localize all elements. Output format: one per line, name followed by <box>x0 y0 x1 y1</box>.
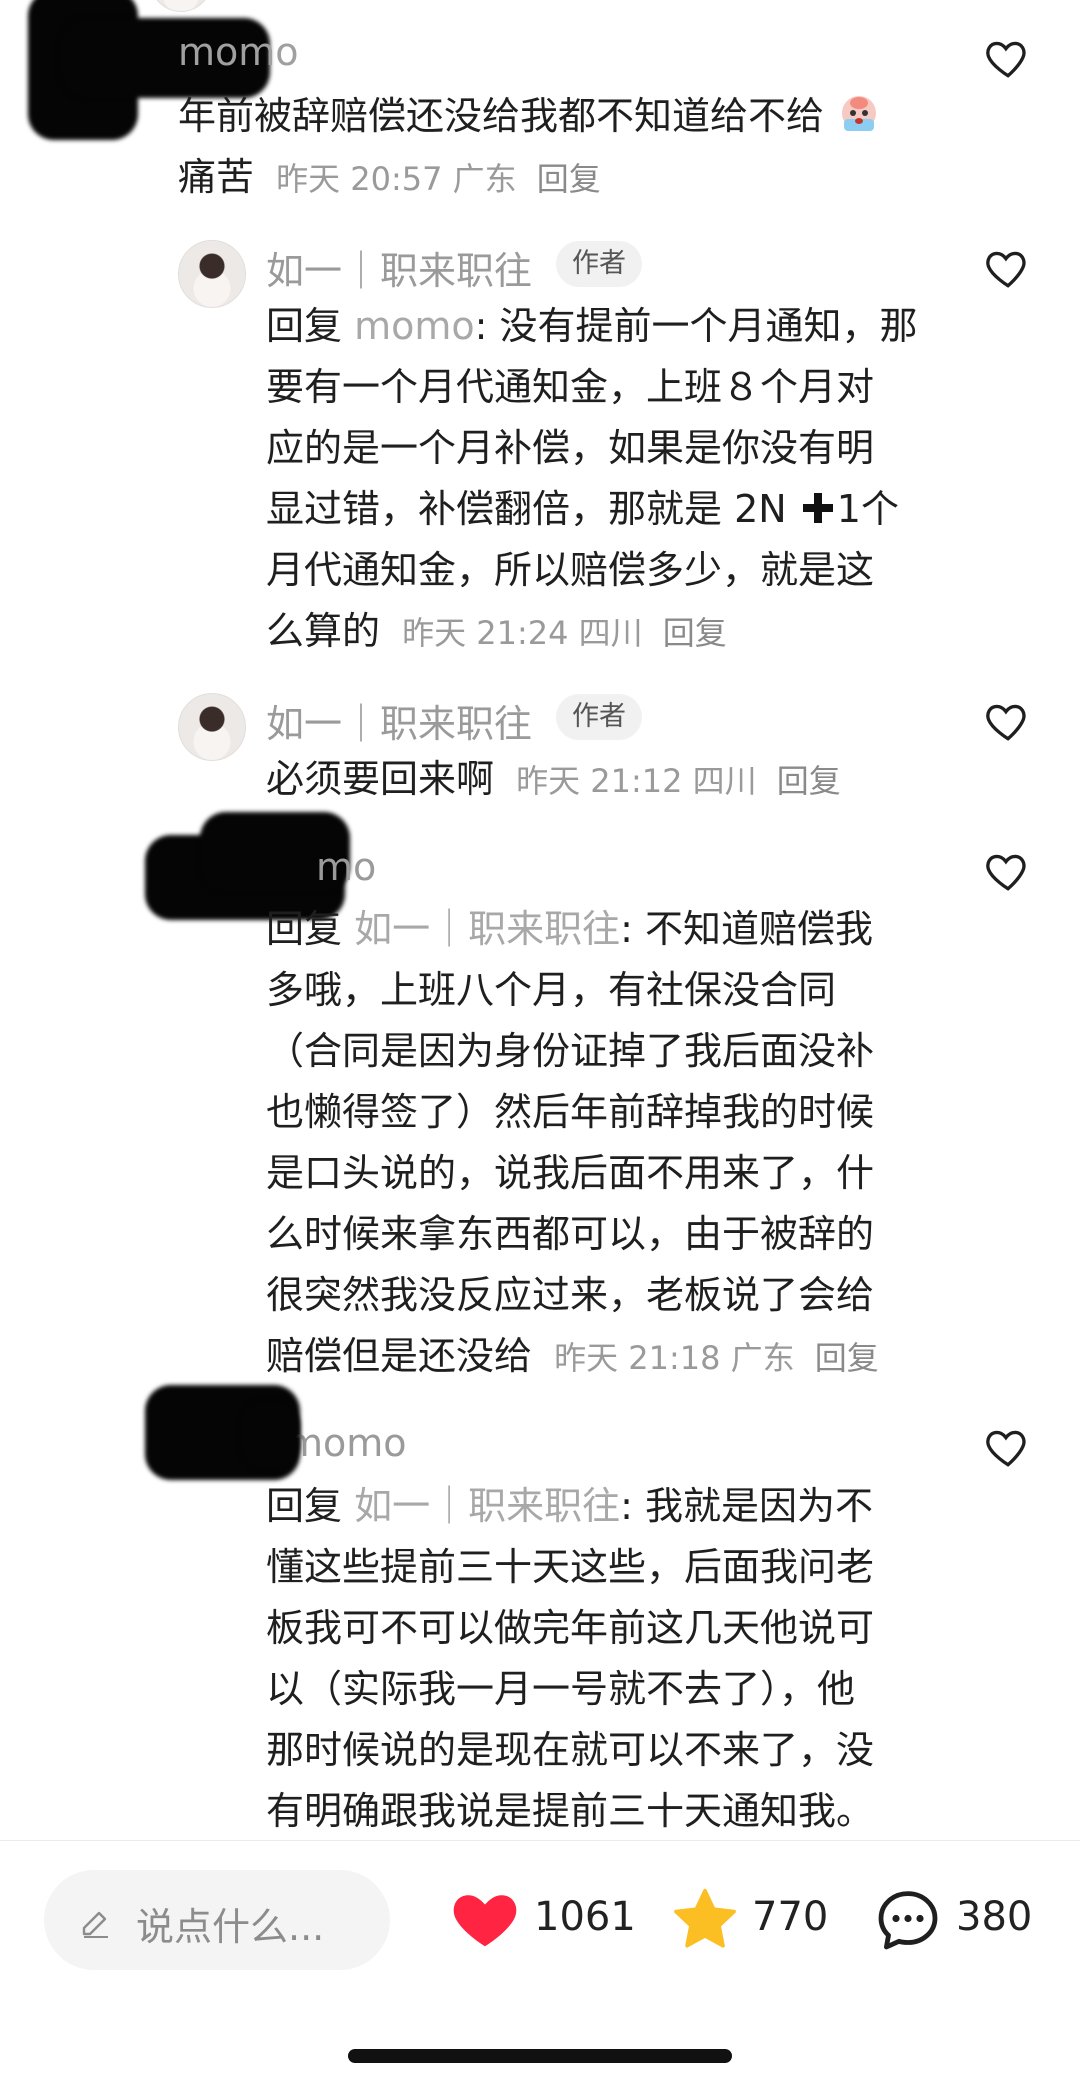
comment-text: 年前被辞赔偿还没给我都不知道给不给 痛苦 昨天 20:57 广东 回复 <box>178 86 998 210</box>
comment-text-line: 以（实际我一月一号就不去了），他 <box>266 1667 856 1711</box>
comment-text-line: 懂这些提前三十天这些，后面我问老 <box>266 1545 875 1589</box>
comment-input-placeholder: 说点什么... <box>136 1905 325 1949</box>
comment-text-line: : 不知道赔偿我 <box>620 907 873 951</box>
comment-text-line: 月代通知金，所以赔偿多少，就是这 <box>266 548 875 592</box>
comment-text-line: : 我就是因为不 <box>620 1484 873 1528</box>
comment-text-line: 是口头说的，说我后面不用来了，什 <box>266 1151 875 1195</box>
reply-link[interactable]: 回复 <box>815 1339 879 1377</box>
comment-text-line: 那时候说的是现在就可以不来了，没 <box>266 1728 875 1772</box>
comment-text: 回复 如一｜职来职往: 我就是因为不 懂这些提前三十天这些，后面我问老 板我可不… <box>266 1476 966 1842</box>
like-count: 1061 <box>534 1894 636 1940</box>
comment-text: 回复 momo: 没有提前一个月通知，那 要有一个月代通知金，上班８个月对 应的… <box>266 296 966 664</box>
like-heart-outline-icon[interactable] <box>983 33 1033 83</box>
comment-meta: 昨天 21:24 四川 <box>402 614 643 652</box>
comment-text-line: : 没有提前一个月通知，那 <box>474 304 918 348</box>
reply-prefix: 回复 <box>266 304 355 348</box>
author-tag: 作者 <box>556 694 642 740</box>
reply-link[interactable]: 回复 <box>663 614 727 652</box>
comment-text-line: 赔偿但是还没给 <box>266 1334 533 1378</box>
comment-username[interactable]: mo <box>316 845 376 889</box>
comment-meta: 昨天 21:12 四川 <box>516 762 757 800</box>
comment-text: 回复 如一｜职来职往: 不知道赔偿我 多哦，上班八个月，有社保没合同 （合同是因… <box>266 899 966 1389</box>
reply-link[interactable]: 回复 <box>777 762 841 800</box>
favorite-star-filled-icon[interactable] <box>668 1884 742 1956</box>
like-heart-outline-icon[interactable] <box>983 846 1033 896</box>
favorite-count: 770 <box>752 1894 829 1940</box>
mention-link[interactable]: 如一｜职来职往 <box>354 1484 620 1528</box>
author-username[interactable]: 如一｜职来职往 <box>266 693 532 748</box>
comment-text-line: （合同是因为身份证掉了我后面没补 <box>266 1029 875 1073</box>
comment-text-line: 很突然我没反应过来，老板说了会给 <box>266 1273 875 1317</box>
author-username[interactable]: 如一｜职来职往 <box>266 240 532 295</box>
chat-bubble-icon[interactable] <box>872 1884 944 1956</box>
comment-text-line: 要有一个月代通知金，上班８个月对 <box>266 365 875 409</box>
comment-text-line: 有明确跟我说是提前三十天通知我。 <box>266 1789 875 1833</box>
pencil-icon <box>82 1911 108 1939</box>
reply-link[interactable]: 回复 <box>537 160 601 198</box>
author-tag: 作者 <box>556 241 642 287</box>
like-heart-outline-icon[interactable] <box>983 696 1033 746</box>
comment-text-line: 么时候来拿东西都可以，由于被辞的 <box>266 1212 875 1256</box>
home-indicator[interactable] <box>348 2049 732 2063</box>
reply-prefix: 回复 <box>266 1484 355 1528</box>
comment-text-line: 么算的 <box>266 609 381 653</box>
comment-text-line: 1个 <box>836 487 899 531</box>
crying-emoji-icon <box>836 91 882 137</box>
mention-link[interactable]: momo <box>354 304 475 348</box>
author-avatar[interactable] <box>178 693 246 761</box>
reply-prefix: 回复 <box>266 907 355 951</box>
comment-text-line: 痛苦 <box>178 155 255 199</box>
comment-text-line: 也懒得签了）然后年前辞掉我的时候 <box>266 1090 875 1134</box>
comment-input[interactable]: 说点什么... <box>44 1870 390 1970</box>
comment-count: 380 <box>956 1894 1033 1940</box>
comment-meta: 昨天 21:18 广东 <box>554 1339 795 1377</box>
comment-text-line: 必须要回来啊 <box>266 757 495 801</box>
comment-meta: 昨天 20:57 广东 <box>276 160 517 198</box>
author-avatar[interactable] <box>178 240 246 308</box>
like-heart-outline-icon[interactable] <box>983 243 1033 293</box>
plus-emoji-icon <box>799 484 837 523</box>
like-heart-outline-icon[interactable] <box>983 1422 1033 1472</box>
redacted-avatar <box>240 1400 300 1470</box>
comment-username[interactable]: momo <box>286 1421 407 1465</box>
comment-text-line: 应的是一个月补偿，如果是你没有明 <box>266 426 875 470</box>
like-heart-filled-icon[interactable] <box>448 1885 522 1955</box>
bottom-divider <box>0 1840 1080 1841</box>
comment-username[interactable]: momo <box>178 30 299 74</box>
comment-text-line: 板我可不可以做完年前这几天他说可 <box>266 1606 875 1650</box>
avatar-top-partial[interactable] <box>150 0 212 12</box>
mention-link[interactable]: 如一｜职来职往 <box>354 907 620 951</box>
comment-text-line: 多哦，上班八个月，有社保没合同 <box>266 968 837 1012</box>
comment-text-line: 显过错，补偿翻倍，那就是 2N <box>266 487 787 531</box>
comment-text: 必须要回来啊 昨天 21:12 四川 回复 <box>266 749 966 812</box>
comment-text-line: 年前被辞赔偿还没给我都不知道给不给 <box>178 94 825 138</box>
